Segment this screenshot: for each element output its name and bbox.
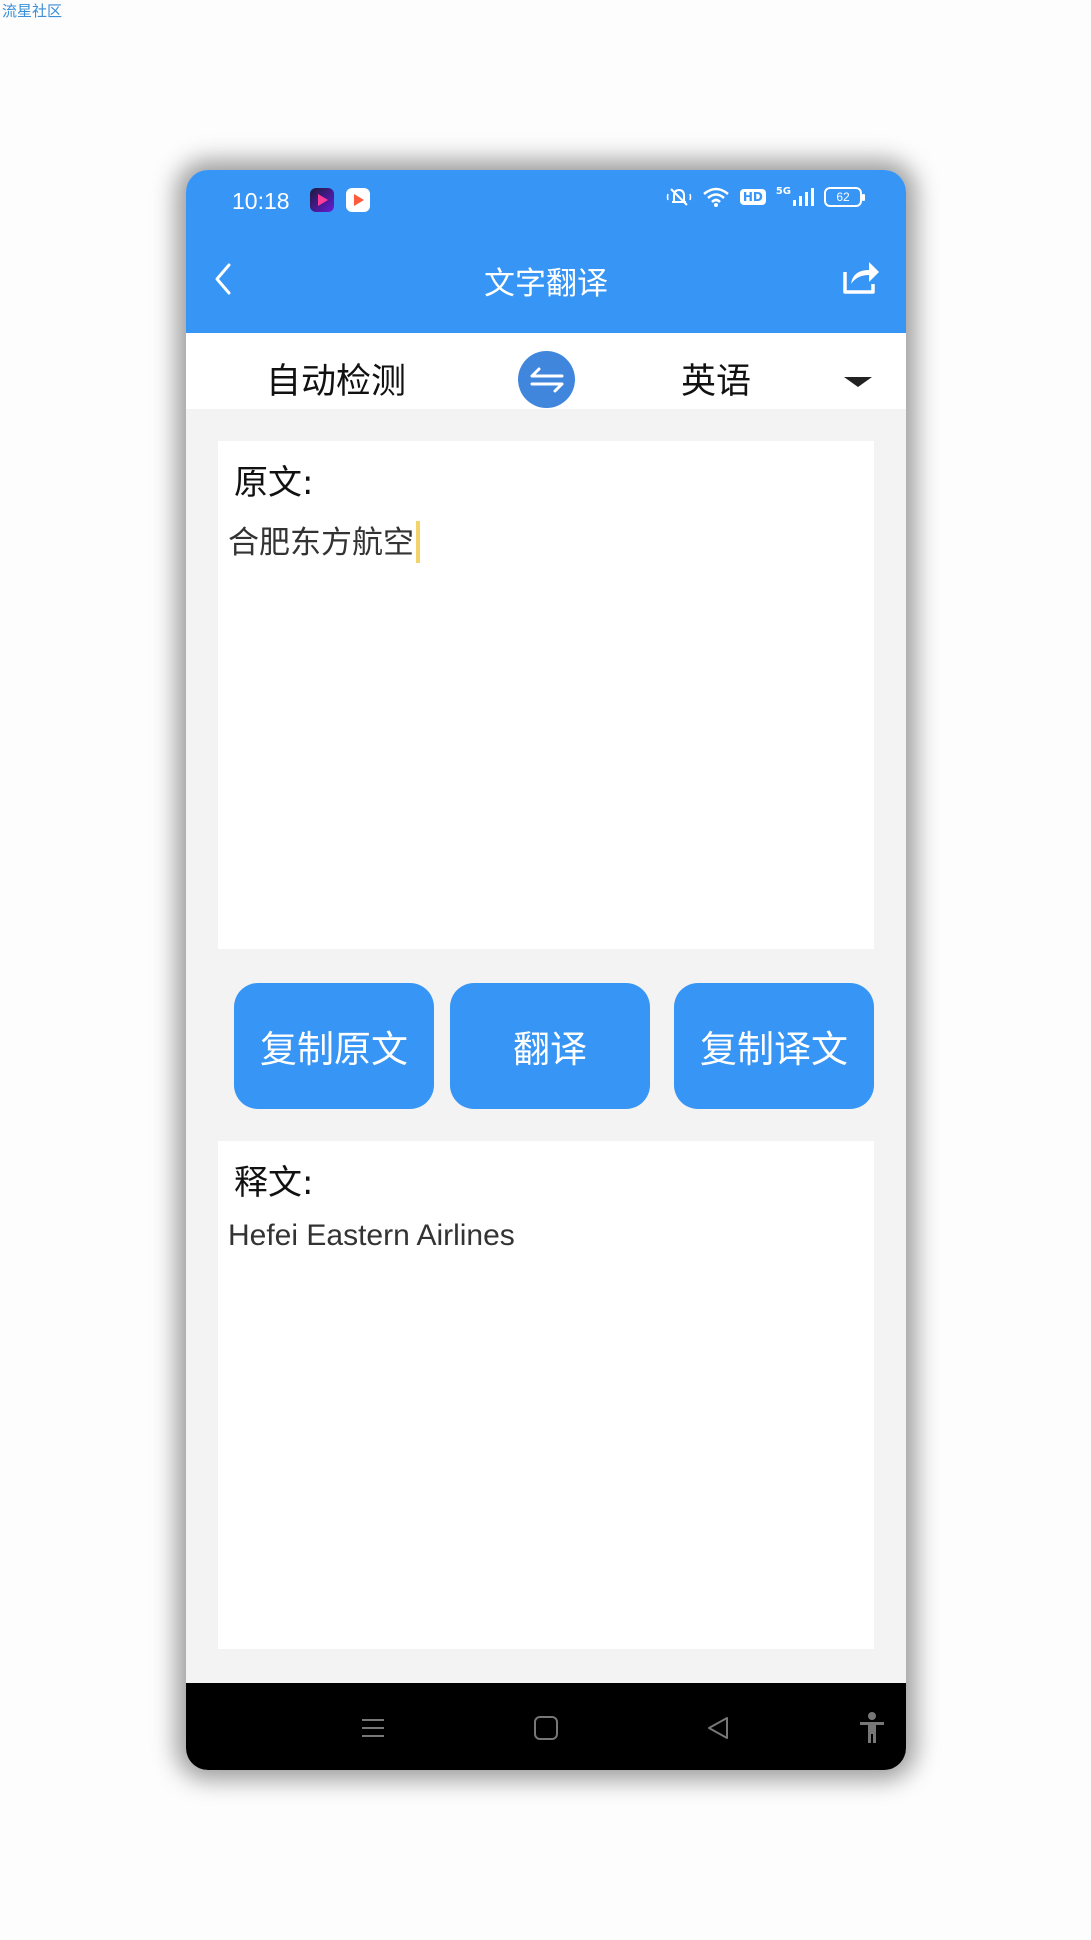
status-bar: 10:18 HD 5G 62 (186, 170, 906, 232)
source-label: 原文: (234, 463, 314, 503)
video-app-icon (310, 188, 334, 212)
page-title: 文字翻译 (484, 266, 608, 302)
accessibility-button[interactable] (852, 1711, 892, 1745)
source-text-panel[interactable]: 原文: 合肥东方航空 (218, 441, 874, 949)
navigation-bar: 文字翻译 (186, 232, 906, 333)
source-language-selector[interactable]: 自动检测 (246, 353, 426, 404)
mute-bell-icon (666, 186, 692, 208)
accessibility-icon (860, 1712, 884, 1743)
status-icons: HD 5G 62 (666, 186, 865, 208)
result-text-panel: 释文: Hefei Eastern Airlines (218, 1141, 874, 1649)
copy-result-button[interactable]: 复制译文 (674, 983, 874, 1109)
text-caret (416, 521, 420, 563)
copy-source-button[interactable]: 复制原文 (234, 983, 434, 1109)
result-label: 释文: (234, 1163, 314, 1203)
share-button[interactable] (836, 252, 886, 302)
watermark-text: 流星社区 (2, 2, 63, 20)
phone-screen: 10:18 HD 5G 62 文字翻译 自动检测 英语 原文: 合肥东方航空 复… (186, 170, 906, 1770)
source-text-value: 合肥东方航空 (228, 525, 414, 561)
source-text-input[interactable]: 合肥东方航空 (228, 517, 420, 563)
share-icon (843, 262, 879, 294)
language-bar: 自动检测 英语 (186, 333, 906, 409)
swap-arrows-icon (530, 367, 563, 392)
target-language-selector[interactable]: 英语 (646, 353, 786, 404)
player-app-icon (346, 188, 370, 212)
cell-signal-icon: 5G (776, 186, 814, 208)
battery-indicator: 62 (824, 187, 865, 207)
translate-button[interactable]: 翻译 (450, 983, 650, 1109)
system-navigation-bar (186, 1683, 906, 1770)
result-text: Hefei Eastern Airlines (228, 1219, 515, 1252)
recent-apps-button[interactable] (353, 1711, 393, 1745)
menu-lines-icon (362, 1719, 384, 1737)
wifi-icon (702, 186, 730, 208)
home-button[interactable] (526, 1711, 566, 1745)
network-type-label: 5G (775, 186, 791, 197)
status-time: 10:18 (232, 188, 290, 214)
system-back-button[interactable] (698, 1711, 738, 1745)
language-dropdown-arrow-icon[interactable] (844, 377, 872, 387)
top-app-bar: 10:18 HD 5G 62 文字翻译 (186, 170, 906, 333)
back-triangle-icon (708, 1717, 728, 1739)
swap-languages-button[interactable] (518, 351, 575, 408)
home-square-icon (534, 1716, 558, 1740)
hd-badge: HD (739, 189, 766, 205)
